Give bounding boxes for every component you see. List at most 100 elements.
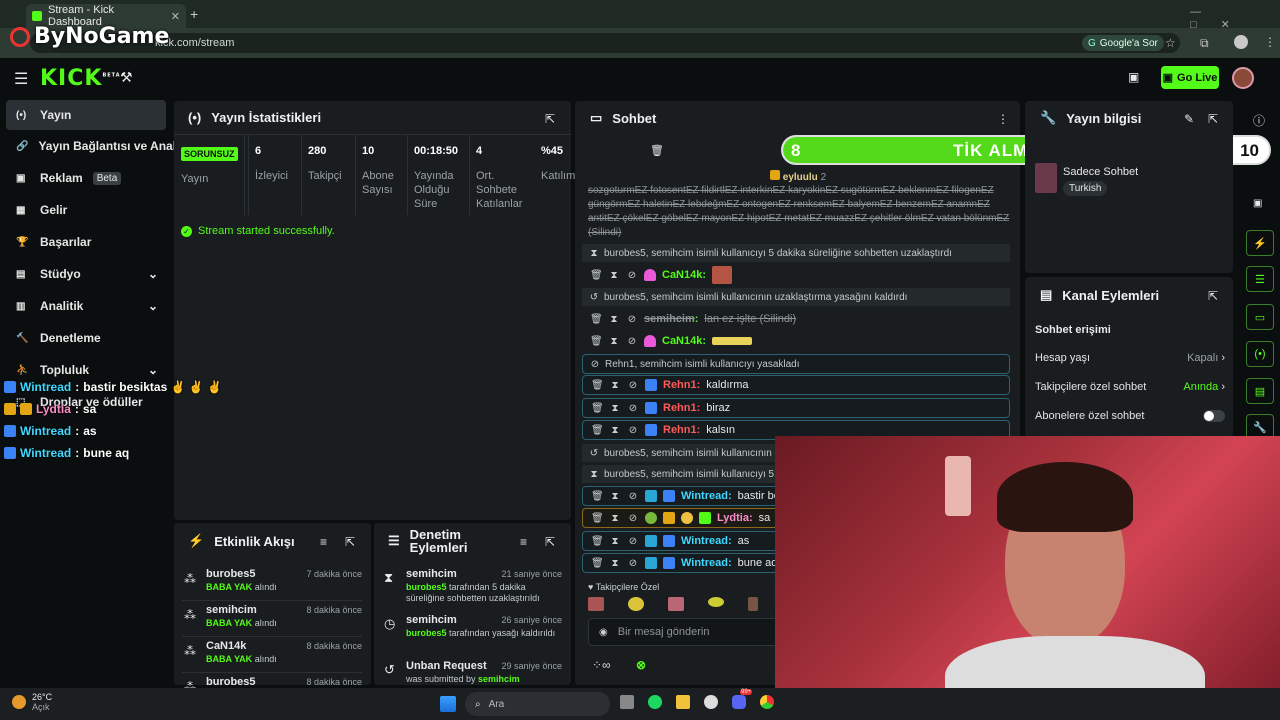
delete-icon[interactable]: 🗑 [590,336,603,347]
activity-popout-icon[interactable]: ⇱ [345,535,355,549]
rail-list-icon[interactable]: ☰ [1246,266,1274,292]
ban-icon[interactable]: ⊘ [627,558,639,569]
timeout-icon[interactable]: ⧗ [609,491,621,502]
emote-icon-3[interactable] [668,597,684,611]
tab-close-icon[interactable]: ✕ [171,10,180,23]
chat-username[interactable]: CaN14k: [662,269,706,281]
sidebar-item-7[interactable]: ▥ Analitik ⌄ [6,291,166,321]
chat-menu-icon[interactable]: ⋮ [997,112,1009,126]
spotify-icon[interactable] [648,695,662,709]
sidebar-item-4[interactable]: ▦ Gelir [6,195,166,225]
sidebar-item-3[interactable]: ▣ Reklam Beta [6,163,166,193]
delete-icon[interactable]: 🗑 [591,380,604,391]
go-live-button[interactable]: ▣ Go Live [1161,66,1219,89]
creator-mode-icon[interactable]: ▣ [1128,70,1139,84]
browser-menu-icon[interactable]: ⋮ [1264,35,1276,49]
subscribers-only-toggle[interactable] [1203,410,1225,422]
trash-icon[interactable]: 🗑 [650,144,664,157]
emote-icon-1[interactable] [588,597,604,611]
emote-icon-4[interactable] [708,597,724,607]
bookmark-star-icon[interactable]: ☆ [1165,36,1176,50]
timeout-icon[interactable]: ⧗ [608,270,620,281]
chevron-down-icon[interactable]: ⌄ [148,267,158,281]
obs-icon[interactable] [704,695,718,709]
timeout-icon[interactable]: ⧗ [609,380,621,391]
chat-username[interactable]: Wintread: [681,535,732,547]
chat-message[interactable]: 🗑 ⧗ ⊘ Rehn1: biraz [582,398,1010,418]
ban-icon[interactable]: ⊘ [627,425,639,436]
kick-logo[interactable]: KICKBETA [40,66,121,91]
activity-filter-icon[interactable]: ≡ [320,535,327,549]
sidebar-item-2[interactable]: 🔗 Yayın Bağlantısı ve Anahtar [6,131,195,161]
chat-username[interactable]: Rehn1: [663,424,700,436]
chrome-icon[interactable] [760,695,774,709]
rail-video-icon[interactable]: ▣ [1253,198,1262,209]
rail-broadcast-icon[interactable]: (•) [1246,341,1274,367]
ban-icon[interactable]: ⊘ [627,513,639,524]
delete-icon[interactable]: 🗑 [590,270,603,281]
account-age-row[interactable]: Hesap yaşı Kapalı › [1035,352,1225,364]
timeout-icon[interactable]: ⧗ [609,403,621,414]
edit-icon[interactable]: ✎ [1184,112,1194,126]
new-tab-icon[interactable]: + [190,6,198,22]
delete-icon[interactable]: 🗑 [591,491,604,502]
user-avatar[interactable] [1232,67,1254,89]
delete-icon[interactable]: 🗑 [591,536,604,547]
chat-username[interactable]: Rehn1: [663,379,700,391]
sidebar-item-1[interactable]: (•) Yayın [6,100,166,130]
chevron-down-icon[interactable]: ⌄ [148,363,158,377]
timeout-icon[interactable]: ⧗ [609,513,621,524]
mod-popout-icon[interactable]: ⇱ [545,535,555,549]
infinity-icon[interactable]: ⁘∞ [592,658,611,672]
rail-channel-icon[interactable]: ▤ [1246,378,1274,404]
delete-icon[interactable]: 🗑 [591,425,604,436]
mod-filter-icon[interactable]: ≡ [520,535,527,549]
kick-emote-icon[interactable]: ⊗ [636,658,646,672]
timeout-icon[interactable]: ⧗ [609,558,621,569]
chat-username[interactable]: Wintread: [681,490,732,502]
windows-start-icon[interactable] [440,696,456,712]
sidebar-item-8[interactable]: 🔨 Denetleme [6,323,166,353]
delete-icon[interactable]: 🗑 [591,513,604,524]
rail-lightning-icon[interactable]: ⚡ [1246,230,1274,256]
stats-popout-icon[interactable]: ⇱ [545,112,555,126]
emote-icon-2[interactable] [628,597,644,611]
sidebar-item-6[interactable]: ▤ Stüdyo ⌄ [6,259,166,289]
delete-icon[interactable]: 🗑 [591,558,604,569]
tools-icon[interactable]: ⚒ [120,69,133,86]
chat-username[interactable]: CaN14k: [662,335,706,347]
extensions-icon[interactable]: ⧉ [1200,36,1209,51]
ban-icon[interactable]: ⊘ [626,336,638,347]
info-icon[interactable]: ⓘ [1253,112,1265,129]
chat-username[interactable]: semihcim: [644,313,698,325]
timeout-icon[interactable]: ⧗ [609,536,621,547]
discord-icon[interactable]: 99+ [732,689,753,709]
chat-message[interactable]: 🗑 ⧗ ⊘ Rehn1: kaldırma [582,375,1010,395]
ban-icon[interactable]: ⊘ [627,491,639,502]
ban-icon[interactable]: ⊘ [626,314,638,325]
profile-avatar-icon[interactable] [1234,35,1248,49]
channel-actions-popout-icon[interactable]: ⇱ [1208,289,1218,303]
emote-icon-5[interactable] [748,597,758,611]
timeout-icon[interactable]: ⧗ [608,314,620,325]
delete-icon[interactable]: 🗑 [590,314,603,325]
google-ask-button[interactable]: G Google'a Sor [1082,35,1164,51]
taskview-icon[interactable] [620,695,634,709]
chat-input[interactable]: ◉ Bir mesaj gönderin [588,618,778,646]
explorer-icon[interactable] [676,695,690,709]
ban-icon[interactable]: ⊘ [627,536,639,547]
stream-info-popout-icon[interactable]: ⇱ [1208,112,1218,126]
delete-icon[interactable]: 🗑 [591,403,604,414]
timeout-icon[interactable]: ⧗ [609,425,621,436]
sidebar-item-5[interactable]: 🏆 Başarılar [6,227,166,257]
followers-only-row[interactable]: Takipçilere özel sohbet Anında › [1035,381,1225,393]
chat-message[interactable]: 🗑 ⧗ ⊘ semihcim: lan ez işlte (Silindi) [582,309,1010,329]
ban-icon[interactable]: ⊘ [627,380,639,391]
chevron-down-icon[interactable]: ⌄ [148,299,158,313]
hamburger-menu-icon[interactable]: ☰ [14,69,28,89]
chat-username[interactable]: Wintread: [681,557,732,569]
ban-icon[interactable]: ⊘ [626,270,638,281]
timeout-icon[interactable]: ⧗ [608,336,620,347]
ban-icon[interactable]: ⊘ [627,403,639,414]
chat-username[interactable]: Lydtia: [717,512,753,524]
